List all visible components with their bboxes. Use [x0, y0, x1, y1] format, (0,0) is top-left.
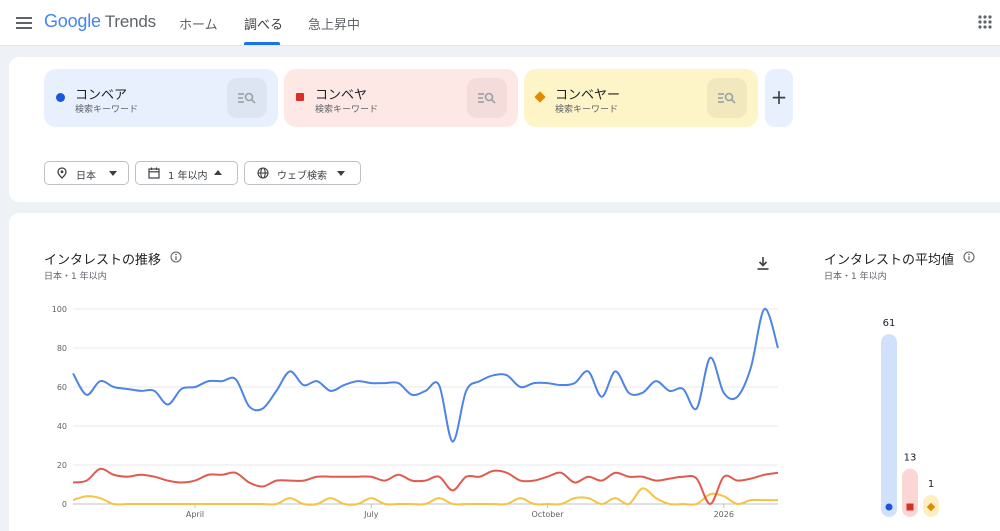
- search-list-icon: [718, 92, 736, 104]
- series-line: [72, 487, 778, 506]
- series-line: [72, 307, 779, 443]
- search-term-chip-2[interactable]: コンベヤ 検索キーワード: [284, 69, 518, 127]
- x-tick-label: 2026: [714, 510, 734, 519]
- y-tick-label: 100: [52, 305, 67, 314]
- y-tick-label: 60: [57, 383, 67, 392]
- nav-tab-home[interactable]: ホーム: [179, 14, 218, 33]
- google-trends-logo[interactable]: Google Trends: [44, 11, 156, 32]
- x-tick-label: July: [363, 510, 379, 519]
- add-term-button[interactable]: +: [765, 69, 793, 127]
- y-tick-label: 20: [57, 461, 67, 470]
- nav-tab-trending[interactable]: 急上昇中: [308, 14, 360, 33]
- chevron-down-icon: [109, 171, 117, 176]
- chevron-up-icon: [214, 170, 222, 175]
- search-type-filter[interactable]: ウェブ検索: [244, 161, 361, 185]
- average-interest-chart: 61 13 1: [881, 318, 939, 517]
- region-filter[interactable]: 日本: [44, 161, 129, 185]
- menu-icon[interactable]: [14, 13, 34, 33]
- term-type: 検索キーワード: [555, 105, 619, 115]
- term-marker-circle: [56, 93, 65, 102]
- term-name: コンベヤ: [315, 88, 368, 103]
- term-name: コンベア: [75, 88, 128, 103]
- average-bar: [881, 334, 897, 517]
- bar-value-label: 1: [928, 479, 934, 490]
- term-name: コンベヤー: [555, 88, 621, 103]
- period-filter[interactable]: 1 年以内: [135, 161, 238, 185]
- apps-grid-icon[interactable]: [977, 14, 993, 30]
- active-tab-indicator: [244, 42, 280, 45]
- nav-tab-explore[interactable]: 調べる: [244, 14, 283, 33]
- x-tick-label: April: [186, 510, 204, 519]
- y-tick-label: 0: [62, 500, 67, 509]
- term-search-button[interactable]: [467, 78, 507, 118]
- search-list-icon: [238, 92, 256, 104]
- calendar-icon: [148, 167, 160, 179]
- x-tick-label: October: [532, 510, 565, 519]
- info-icon[interactable]: [963, 251, 975, 263]
- average-interest-title: インタレストの平均値: [824, 253, 955, 268]
- chevron-down-icon: [337, 171, 345, 176]
- y-tick-label: 80: [57, 344, 67, 353]
- term-search-button[interactable]: [227, 78, 267, 118]
- y-tick-label: 40: [57, 422, 67, 431]
- average-interest-subtitle: 日本・1 年以内: [824, 272, 887, 282]
- region-filter-label: 日本: [76, 171, 96, 182]
- term-type: 検索キーワード: [315, 105, 379, 115]
- bar-value-label: 61: [883, 318, 896, 329]
- series-line: [72, 467, 779, 505]
- search-term-chip-3[interactable]: コンベヤー 検索キーワード: [524, 69, 758, 127]
- info-icon[interactable]: [170, 251, 182, 263]
- search-type-filter-label: ウェブ検索: [277, 171, 327, 182]
- search-list-icon: [478, 92, 496, 104]
- top-bar: Google Trends ホーム 調べる 急上昇中: [0, 0, 1000, 46]
- bar-marker-circle: [885, 503, 893, 511]
- interest-over-time-subtitle: 日本・1 年以内: [44, 272, 107, 282]
- interest-over-time-title: インタレストの推移: [44, 253, 162, 268]
- term-search-button[interactable]: [707, 78, 747, 118]
- period-filter-label: 1 年以内: [168, 171, 208, 182]
- download-icon[interactable]: [755, 255, 771, 271]
- interest-over-time-chart: 0 20 40 60 80 100 April July October 2026: [52, 305, 779, 519]
- search-term-chip-1[interactable]: コンベア 検索キーワード: [44, 69, 278, 127]
- bar-marker-square: [906, 503, 914, 511]
- term-marker-square: [296, 93, 304, 101]
- globe-icon: [257, 167, 269, 179]
- term-type: 検索キーワード: [75, 105, 139, 115]
- logo-google: Google: [44, 11, 101, 31]
- location-pin-icon: [57, 167, 67, 179]
- logo-trends: Trends: [104, 12, 156, 31]
- term-marker-diamond: [534, 91, 546, 103]
- bar-value-label: 13: [904, 453, 917, 464]
